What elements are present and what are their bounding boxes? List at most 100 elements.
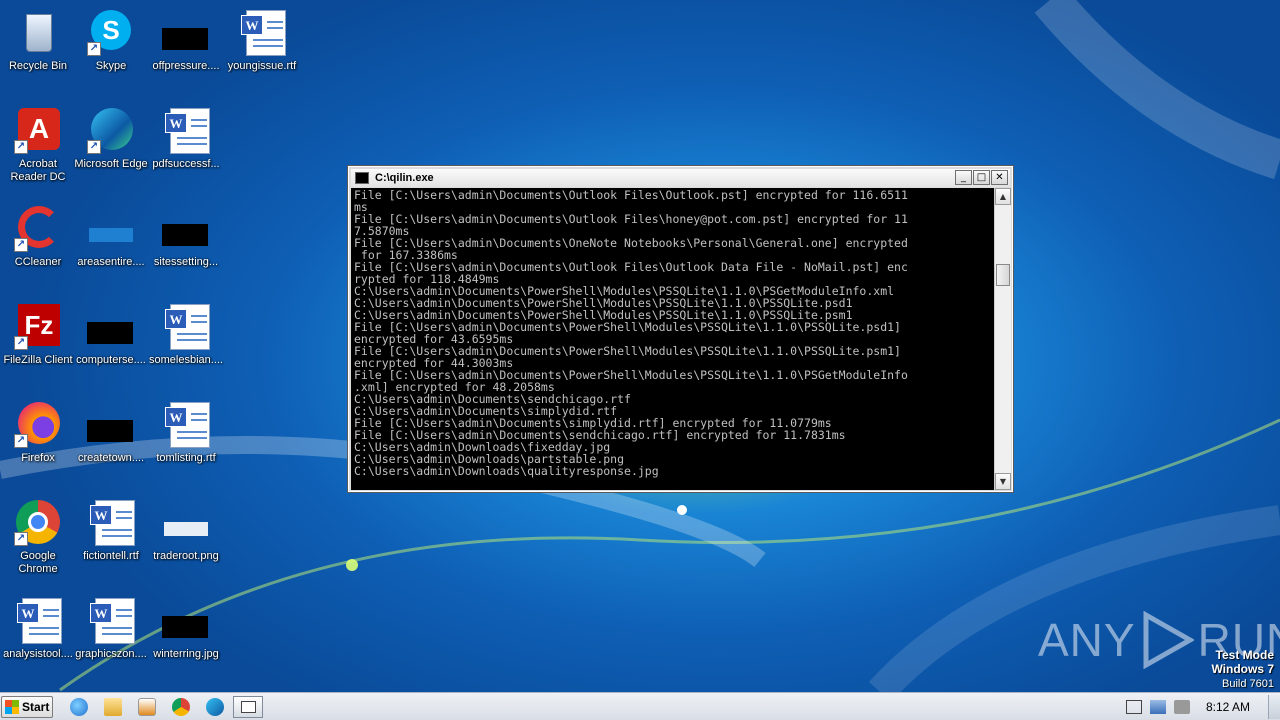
start-button[interactable]: Start [1,696,53,718]
desktop-icon[interactable]: ↗ Microsoft Edge [73,102,149,192]
maximize-button[interactable]: □ [973,170,990,185]
word-document-icon: W [238,8,286,56]
desktop-icon[interactable]: computerse.... [73,298,149,388]
desktop-icon-label: Recycle Bin [8,60,68,72]
show-desktop-button[interactable] [1268,695,1280,719]
desktop-icon-label: Google Chrome [18,550,58,575]
image-thumbnail-icon [87,302,135,350]
explorer-icon[interactable] [104,698,122,716]
network-icon[interactable] [1149,700,1166,714]
desktop-icon-label: Skype [95,60,127,72]
desktop-icon-label: areasentire.... [77,256,145,268]
system-tray: 8:12 AM [1122,693,1280,720]
console-line: File [C:\Users\admin\Documents\Outlook F… [354,212,908,226]
console-icon [355,172,369,184]
image-thumbnail-icon [87,204,135,252]
image-thumbnail-icon [162,8,210,56]
recycle-bin-icon [14,8,62,56]
desktop-icon[interactable]: Wgraphicszon.... [73,592,149,682]
image-thumbnail-icon [162,498,210,546]
image-thumbnail-icon [162,596,210,644]
word-document-icon: W [162,302,210,350]
ie-icon[interactable] [70,698,88,716]
edge-icon: ↗ [87,106,135,154]
desktop-icon-label: analysistool.... [3,648,73,660]
desktop-icon[interactable]: Wanalysistool.... [0,592,76,682]
desktop-icon[interactable]: Wtomlisting.rtf [148,396,224,486]
desktop-icon-label: youngissue.rtf [227,60,297,72]
desktop-icon-label: Firefox [21,452,55,464]
image-thumbnail-icon [87,400,135,448]
desktop-icon-label: winterring.jpg [153,648,219,660]
desktop-icon[interactable]: Wpdfsuccessf... [148,102,224,192]
desktop-icon[interactable]: ↗ Google Chrome [0,494,76,584]
word-document-icon: W [14,596,62,644]
desktop-icon-label: traderoot.png [153,550,219,562]
console-titlebar[interactable]: C:\qilin.exe _ □ ✕ [351,169,1010,187]
clock[interactable]: 8:12 AM [1206,700,1250,714]
console-taskbar-button[interactable] [233,696,263,718]
desktop-icon[interactable]: Recycle Bin [0,4,76,94]
desktop-icon-label: tomlisting.rtf [156,452,216,464]
scroll-thumb[interactable] [996,264,1010,286]
desktop-icon[interactable]: ↗ CCleaner [0,200,76,290]
word-document-icon: W [87,498,135,546]
desktop-icon-label: pdfsuccessf... [152,158,220,170]
desktop-icon[interactable]: winterring.jpg [148,592,224,682]
desktop-icon-label: graphicszon.... [75,648,147,660]
minimize-button[interactable]: _ [955,170,972,185]
taskbar: Start 8:12 AM [0,692,1280,720]
desktop-icon[interactable]: areasentire.... [73,200,149,290]
volume-icon[interactable] [1173,700,1190,714]
word-document-icon: W [162,106,210,154]
desktop-icon-label: somelesbian.... [149,354,223,366]
firefox-icon: ↗ [14,400,62,448]
console-icon [241,701,256,713]
vertical-scrollbar[interactable]: ▲ ▼ [994,188,1011,490]
edge-icon[interactable] [206,698,224,716]
word-document-icon: W [162,400,210,448]
ccleaner-icon: ↗ [14,204,62,252]
desktop-icon[interactable]: A ↗ Acrobat Reader DC [0,102,76,192]
scroll-up-button[interactable]: ▲ [995,188,1011,205]
desktop-icon-label: fictiontell.rtf [83,550,139,562]
build-text: Build 7601 [1222,678,1274,690]
desktop-icon-label: createtown.... [77,452,145,464]
watermark-brand-left: ANY [1038,614,1136,666]
desktop-icon[interactable]: traderoot.png [148,494,224,584]
close-button[interactable]: ✕ [991,170,1008,185]
console-line: File [C:\Users\admin\Documents\Outlook F… [354,188,908,202]
chrome-icon[interactable] [172,698,190,716]
play-logo-icon [1143,611,1194,669]
desktop-icon[interactable]: S ↗ Skype [73,4,149,94]
desktop-icon-label: Acrobat Reader DC [10,158,66,183]
window-title: C:\qilin.exe [375,172,434,184]
desktop-icon[interactable]: offpressure.... [148,4,224,94]
desktop-icon[interactable]: ↗ Firefox [0,396,76,486]
desktop-icon-label: offpressure.... [152,60,220,72]
test-mode-text: Test Mode [1215,648,1274,662]
desktop-icon-label: CCleaner [14,256,62,268]
image-thumbnail-icon [162,204,210,252]
desktop-icon[interactable]: Wfictiontell.rtf [73,494,149,584]
action-center-flag-icon[interactable] [1125,700,1142,714]
desktop-icon[interactable]: sitessetting... [148,200,224,290]
desktop-icon[interactable]: createtown.... [73,396,149,486]
desktop-icon-label: sitessetting... [153,256,219,268]
os-text: Windows 7 [1211,662,1274,676]
desktop-icon[interactable]: Wsomelesbian.... [148,298,224,388]
skype-icon: S ↗ [87,8,135,56]
desktop-icon[interactable]: Fz ↗ FileZilla Client [0,298,76,388]
desktop-icon-label: FileZilla Client [3,354,73,366]
windows-logo-icon [5,700,19,714]
chrome-icon: ↗ [14,498,62,546]
console-line: C:\Users\admin\Downloads\qualityresponse… [354,464,659,478]
console-window[interactable]: C:\qilin.exe _ □ ✕ File [C:\Users\admin\… [347,165,1014,493]
desktop-icon[interactable]: Wyoungissue.rtf [224,4,300,94]
console-output[interactable]: File [C:\Users\admin\Documents\Outlook F… [351,188,994,490]
desktop-icon-label: Microsoft Edge [74,158,148,170]
word-document-icon: W [87,596,135,644]
media-player-icon[interactable] [138,698,156,716]
filezilla-icon: Fz ↗ [14,302,62,350]
scroll-down-button[interactable]: ▼ [995,473,1011,490]
